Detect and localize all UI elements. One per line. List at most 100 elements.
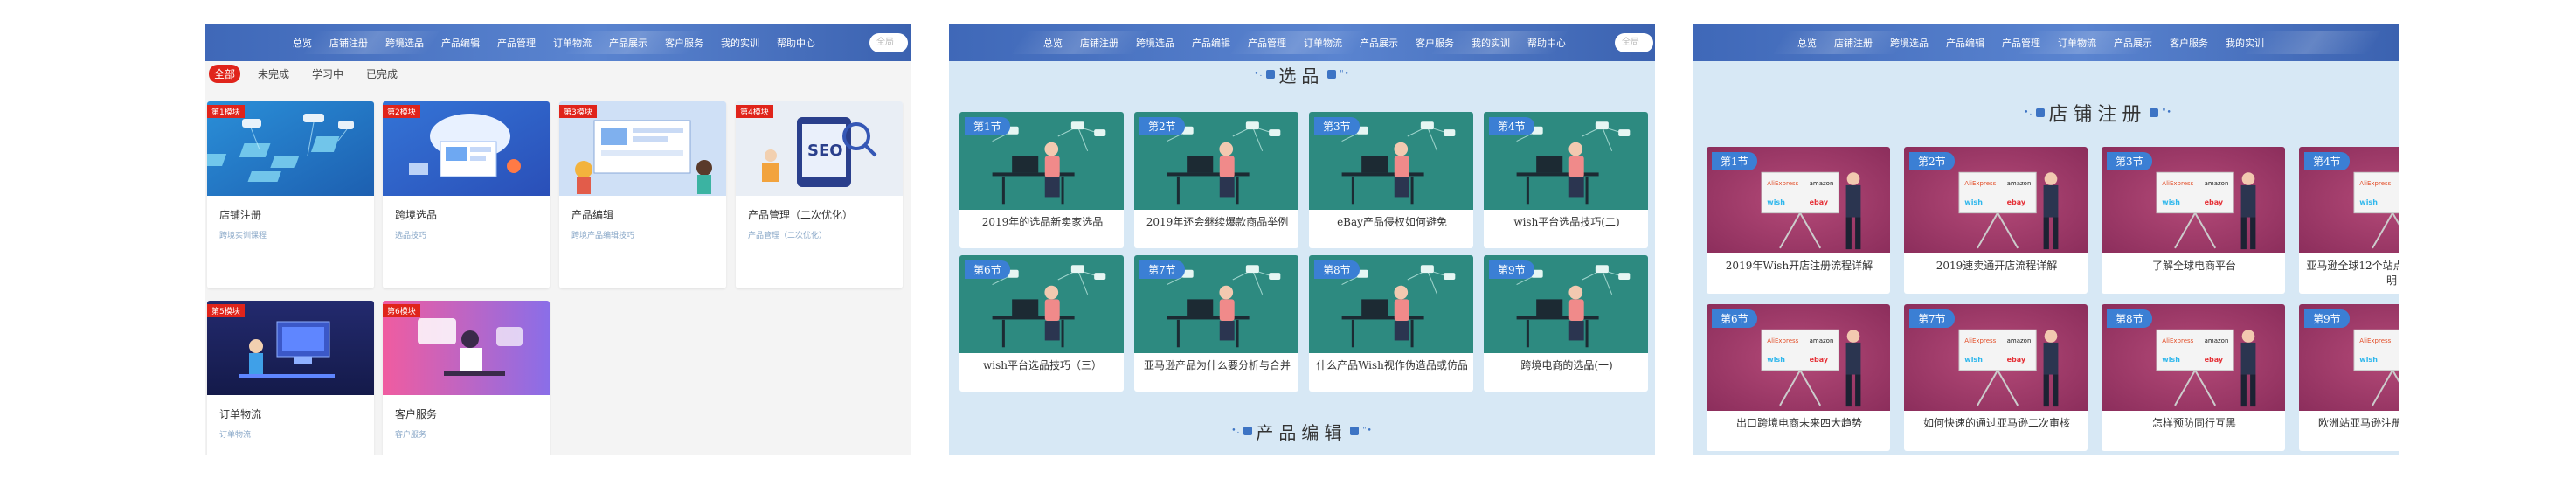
module-card[interactable]: 第6模块 客户服务 客户服务 [383,301,550,455]
nav-item-product-editing[interactable]: 产品编辑 [441,36,480,50]
nav-item-overview[interactable]: 总览 [1797,36,1817,50]
lesson-title: 2019速卖通开店流程详解 [1935,260,2058,272]
lesson-card[interactable]: 第3节 eBay产品侵权如何避免 [1309,112,1473,248]
filter-all[interactable]: 全部 [209,65,241,83]
lesson-badge: 第7节 [1139,260,1185,279]
lesson-badge: 第6节 [1712,309,1757,328]
nav-item-customer-service[interactable]: 客户服务 [665,36,703,50]
lesson-card[interactable]: AliExpress amazon wish ebay 第9节欧洲站亚马逊注册需… [2299,304,2399,451]
lesson-card[interactable]: 第7节 亚马逊产品为什么要分析与合并 [1134,255,1298,392]
module-card[interactable]: 第2模块 跨境选品 选品技巧 [383,101,550,288]
nav-item-product-selection[interactable]: 跨境选品 [1136,36,1174,50]
nav-item-product-display[interactable]: 产品展示 [1360,36,1398,50]
module-badge: 第6模块 [383,304,420,317]
search-input[interactable]: 全局 [869,33,908,52]
lesson-title: 跨境电商的选品(一) [1520,359,1613,371]
nav-item-product-editing[interactable]: 产品编辑 [1946,36,1984,50]
panel-store-registration: 总览 店铺注册 跨境选品 产品编辑 产品管理 订单物流 产品展示 客户服务 我的… [1693,24,2399,455]
nav-item-product-management[interactable]: 产品管理 [2002,36,2040,50]
lesson-card[interactable]: 第9节 跨境电商的选品(一) [1484,255,1648,392]
svg-text:ebay: ebay [2205,198,2224,206]
lesson-card[interactable]: AliExpress amazon wish ebay 第8节 怎样预防同行互黑 [2102,304,2285,451]
nav-item-order-logistics[interactable]: 订单物流 [1304,36,1342,50]
nav-item-product-display[interactable]: 产品展示 [2114,36,2152,50]
svg-text:wish: wish [2162,198,2180,206]
module-card[interactable]: 第1模块 店铺注册 跨境实训课程 [207,101,374,288]
nav-item-my-training[interactable]: 我的实训 [1472,36,1510,50]
module-subtitle: 跨境实训课程 [219,232,267,240]
nav-item-store-registration[interactable]: 店铺注册 [1834,36,1873,50]
lesson-title: 亚马逊全球12个站点卖家帐号注册说明 [2306,260,2399,287]
module-card[interactable]: 第5模块 订单物流 订单物流 [207,301,374,455]
lesson-badge: 第4节 [1489,117,1534,135]
lesson-card[interactable]: AliExpress amazon wish ebay 第1节 2019年Wish… [1707,147,1890,294]
lesson-badge: 第2节 [1909,152,1955,170]
filter-completed[interactable]: 已完成 [361,65,403,83]
svg-text:amazon: amazon [1810,337,1834,344]
nav-item-my-training[interactable]: 我的实训 [2226,36,2264,50]
lesson-badge: 第8节 [1314,260,1360,279]
nav-item-product-management[interactable]: 产品管理 [497,36,536,50]
svg-text:amazon: amazon [2007,337,2032,344]
lesson-badge: 第9节 [2304,309,2350,328]
svg-text:AliExpress: AliExpress [1767,180,1798,187]
nav-item-product-editing[interactable]: 产品编辑 [1192,36,1230,50]
nav-menu: 总览 店铺注册 跨境选品 产品编辑 产品管理 订单物流 产品展示 客户服务 我的… [1789,24,2273,61]
section-deco-icon [2036,108,2046,117]
svg-text:AliExpress: AliExpress [2359,337,2391,344]
nav-item-help-center[interactable]: 帮助中心 [777,36,815,50]
section-deco-icon [2150,108,2159,117]
lesson-title: eBay产品侵权如何避免 [1337,216,1447,228]
svg-text:AliExpress: AliExpress [1964,180,1996,187]
module-title: 店铺注册 [219,209,262,221]
nav-item-product-display[interactable]: 产品展示 [609,36,647,50]
module-card[interactable]: 第3模块 产品编辑 跨境产品编辑技巧 [559,101,726,288]
lesson-card[interactable]: AliExpress amazon wish ebay 第4节亚马逊全球12个站… [2299,147,2399,294]
nav-item-order-logistics[interactable]: 订单物流 [553,36,592,50]
svg-text:amazon: amazon [2007,180,2032,187]
lesson-card[interactable]: 第1节 2019年的选品新卖家选品 [959,112,1124,248]
nav-item-customer-service[interactable]: 客户服务 [2170,36,2208,50]
nav-item-store-registration[interactable]: 店铺注册 [329,36,368,50]
svg-text:AliExpress: AliExpress [2162,337,2193,344]
nav-item-my-training[interactable]: 我的实训 [721,36,759,50]
nav-item-overview[interactable]: 总览 [293,36,312,50]
lesson-card[interactable]: AliExpress amazon wish ebay 第2节 2019速卖通开店… [1904,147,2088,294]
nav-item-help-center[interactable]: 帮助中心 [1527,36,1566,50]
lesson-badge: 第1节 [965,117,1010,135]
nav-item-store-registration[interactable]: 店铺注册 [1080,36,1118,50]
lesson-card[interactable]: AliExpress amazon wish ebay 第3节 了解全球电商平台 [2102,147,2285,294]
top-navbar: 总览 店铺注册 跨境选品 产品编辑 产品管理 订单物流 产品展示 客户服务 我的… [949,24,1655,61]
module-card[interactable]: SEO 第4模块 产品管理（二次优化） 产品管理（二次优化） [736,101,903,288]
search-input[interactable]: 全局 [1615,33,1653,52]
lesson-card[interactable]: 第6节 wish平台选品技巧（三） [959,255,1124,392]
filter-incomplete[interactable]: 未完成 [253,65,294,83]
lesson-badge: 第3节 [2107,152,2152,170]
nav-menu: 总览 店铺注册 跨境选品 产品编辑 产品管理 订单物流 产品展示 客户服务 我的… [1035,24,1575,61]
nav-item-order-logistics[interactable]: 订单物流 [2058,36,2096,50]
nav-item-customer-service[interactable]: 客户服务 [1416,36,1454,50]
svg-text:wish: wish [1767,356,1785,364]
filter-in-progress[interactable]: 学习中 [307,65,349,83]
section-deco-icon: "• [1362,427,1373,435]
section-deco-icon: •. [1231,427,1241,435]
lesson-card[interactable]: 第8节 什么产品Wish视作伪造品或仿品 [1309,255,1473,392]
module-subtitle: 选品技巧 [395,232,427,240]
svg-text:AliExpress: AliExpress [1964,337,1996,344]
nav-item-product-selection[interactable]: 跨境选品 [1890,36,1929,50]
nav-item-overview[interactable]: 总览 [1043,36,1063,50]
lesson-card[interactable]: AliExpress amazon wish ebay 第7节 如何快速的通过亚马… [1904,304,2088,451]
svg-text:ebay: ebay [2007,198,2026,206]
nav-item-product-management[interactable]: 产品管理 [1248,36,1286,50]
status-filter-bar: 全部 未完成 学习中 已完成 [209,65,415,83]
module-title: 产品管理（二次优化） [748,209,854,221]
lesson-card[interactable]: 第4节 wish平台选品技巧(二) [1484,112,1648,248]
svg-text:wish: wish [2359,356,2378,364]
lesson-card[interactable]: 第2节 2019年还会继续爆款商品举例 [1134,112,1298,248]
svg-text:wish: wish [1767,198,1785,206]
nav-item-product-selection[interactable]: 跨境选品 [385,36,424,50]
lesson-card[interactable]: AliExpress amazon wish ebay 第6节 出口跨境电商未来四… [1707,304,1890,451]
svg-text:amazon: amazon [2205,180,2229,187]
section-title-text: 店铺注册 [2048,104,2147,126]
lesson-title: 欧洲站亚马逊注册需要哪些条件 [2317,417,2399,429]
